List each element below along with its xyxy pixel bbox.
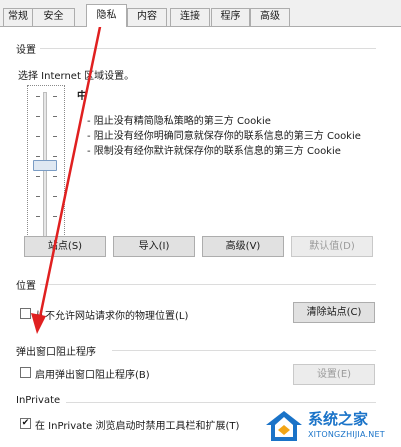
slider-thumb[interactable] — [33, 160, 57, 171]
clear-sites-button[interactable]: 清除站点(C) — [293, 302, 375, 323]
inprivate-checkbox-row[interactable]: ✔ 在 InPrivate 浏览启动时禁用工具栏和扩展(T) — [20, 417, 270, 432]
inprivate-checkbox[interactable]: ✔ — [20, 418, 31, 429]
slider-tick — [36, 116, 40, 117]
advanced-button[interactable]: 高级(V) — [202, 236, 284, 257]
slider-tick — [53, 136, 57, 137]
zone-instruction: 选择 Internet 区域设置。 — [18, 71, 135, 82]
slider-tick — [36, 156, 40, 157]
settings-group-rule — [40, 48, 376, 49]
settings-group-title: 设置 — [16, 45, 36, 56]
slider-tick — [53, 156, 57, 157]
tab-connections[interactable]: 连接 — [170, 8, 210, 26]
privacy-description-line: - 阻止没有经你明确同意就保存你的联系信息的第三方 Cookie — [87, 131, 361, 142]
tab-strip: 常规 安全 隐私 内容 连接 程序 高级 — [0, 0, 401, 27]
inprivate-checkbox-label[interactable]: 在 InPrivate 浏览启动时禁用工具栏和扩展(T) — [35, 417, 239, 432]
popup-checkbox[interactable] — [20, 367, 31, 378]
tab-privacy[interactable]: 隐私 — [86, 4, 127, 27]
location-checkbox[interactable] — [20, 308, 31, 319]
inprivate-group-title: InPrivate — [16, 395, 61, 406]
watermark-title: 系统之家 — [308, 410, 369, 428]
inprivate-group-rule — [66, 402, 376, 403]
location-checkbox-row[interactable]: 从不允许网站请求你的物理位置(L) — [20, 307, 280, 322]
location-group-title: 位置 — [16, 281, 36, 292]
house-logo-icon — [266, 411, 302, 441]
location-checkbox-label[interactable]: 从不允许网站请求你的物理位置(L) — [35, 307, 188, 322]
location-group-rule — [40, 284, 376, 285]
tab-security[interactable]: 安全 — [32, 8, 75, 26]
popup-settings-button[interactable]: 设置(E) — [293, 364, 375, 385]
slider-tick — [53, 176, 57, 177]
slider-tick — [36, 196, 40, 197]
slider-tick — [36, 216, 40, 217]
watermark: 系统之家 XITONGZHIJIA.NET — [264, 404, 401, 447]
privacy-level-slider[interactable] — [27, 85, 65, 251]
default-button[interactable]: 默认值(D) — [291, 236, 373, 257]
tab-general[interactable]: 常规 — [3, 8, 33, 26]
import-button[interactable]: 导入(I) — [113, 236, 195, 257]
tab-content[interactable]: 内容 — [127, 8, 167, 26]
sites-button[interactable]: 站点(S) — [24, 236, 106, 257]
privacy-panel: 设置 选择 Internet 区域设置。 中 - 阻止没有精简隐私策略的第三方 … — [0, 27, 401, 447]
slider-tick — [53, 196, 57, 197]
slider-tick — [36, 136, 40, 137]
privacy-description-line: - 阻止没有精简隐私策略的第三方 Cookie — [87, 116, 271, 127]
privacy-level-label: 中 — [77, 91, 87, 102]
popup-checkbox-row[interactable]: 启用弹出窗口阻止程序(B) — [20, 366, 220, 381]
watermark-url: XITONGZHIJIA.NET — [308, 430, 385, 439]
slider-tick — [53, 116, 57, 117]
slider-tick — [53, 216, 57, 217]
slider-tick — [53, 96, 57, 97]
tab-advanced[interactable]: 高级 — [250, 8, 290, 26]
slider-tick — [36, 176, 40, 177]
popup-group-title: 弹出窗口阻止程序 — [16, 347, 96, 358]
privacy-description-line: - 限制没有经你默许就保存你的联系信息的第三方 Cookie — [87, 146, 341, 157]
slider-tick — [36, 96, 40, 97]
tab-programs[interactable]: 程序 — [211, 8, 250, 26]
popup-group-rule — [112, 350, 376, 351]
popup-checkbox-label[interactable]: 启用弹出窗口阻止程序(B) — [35, 366, 150, 381]
